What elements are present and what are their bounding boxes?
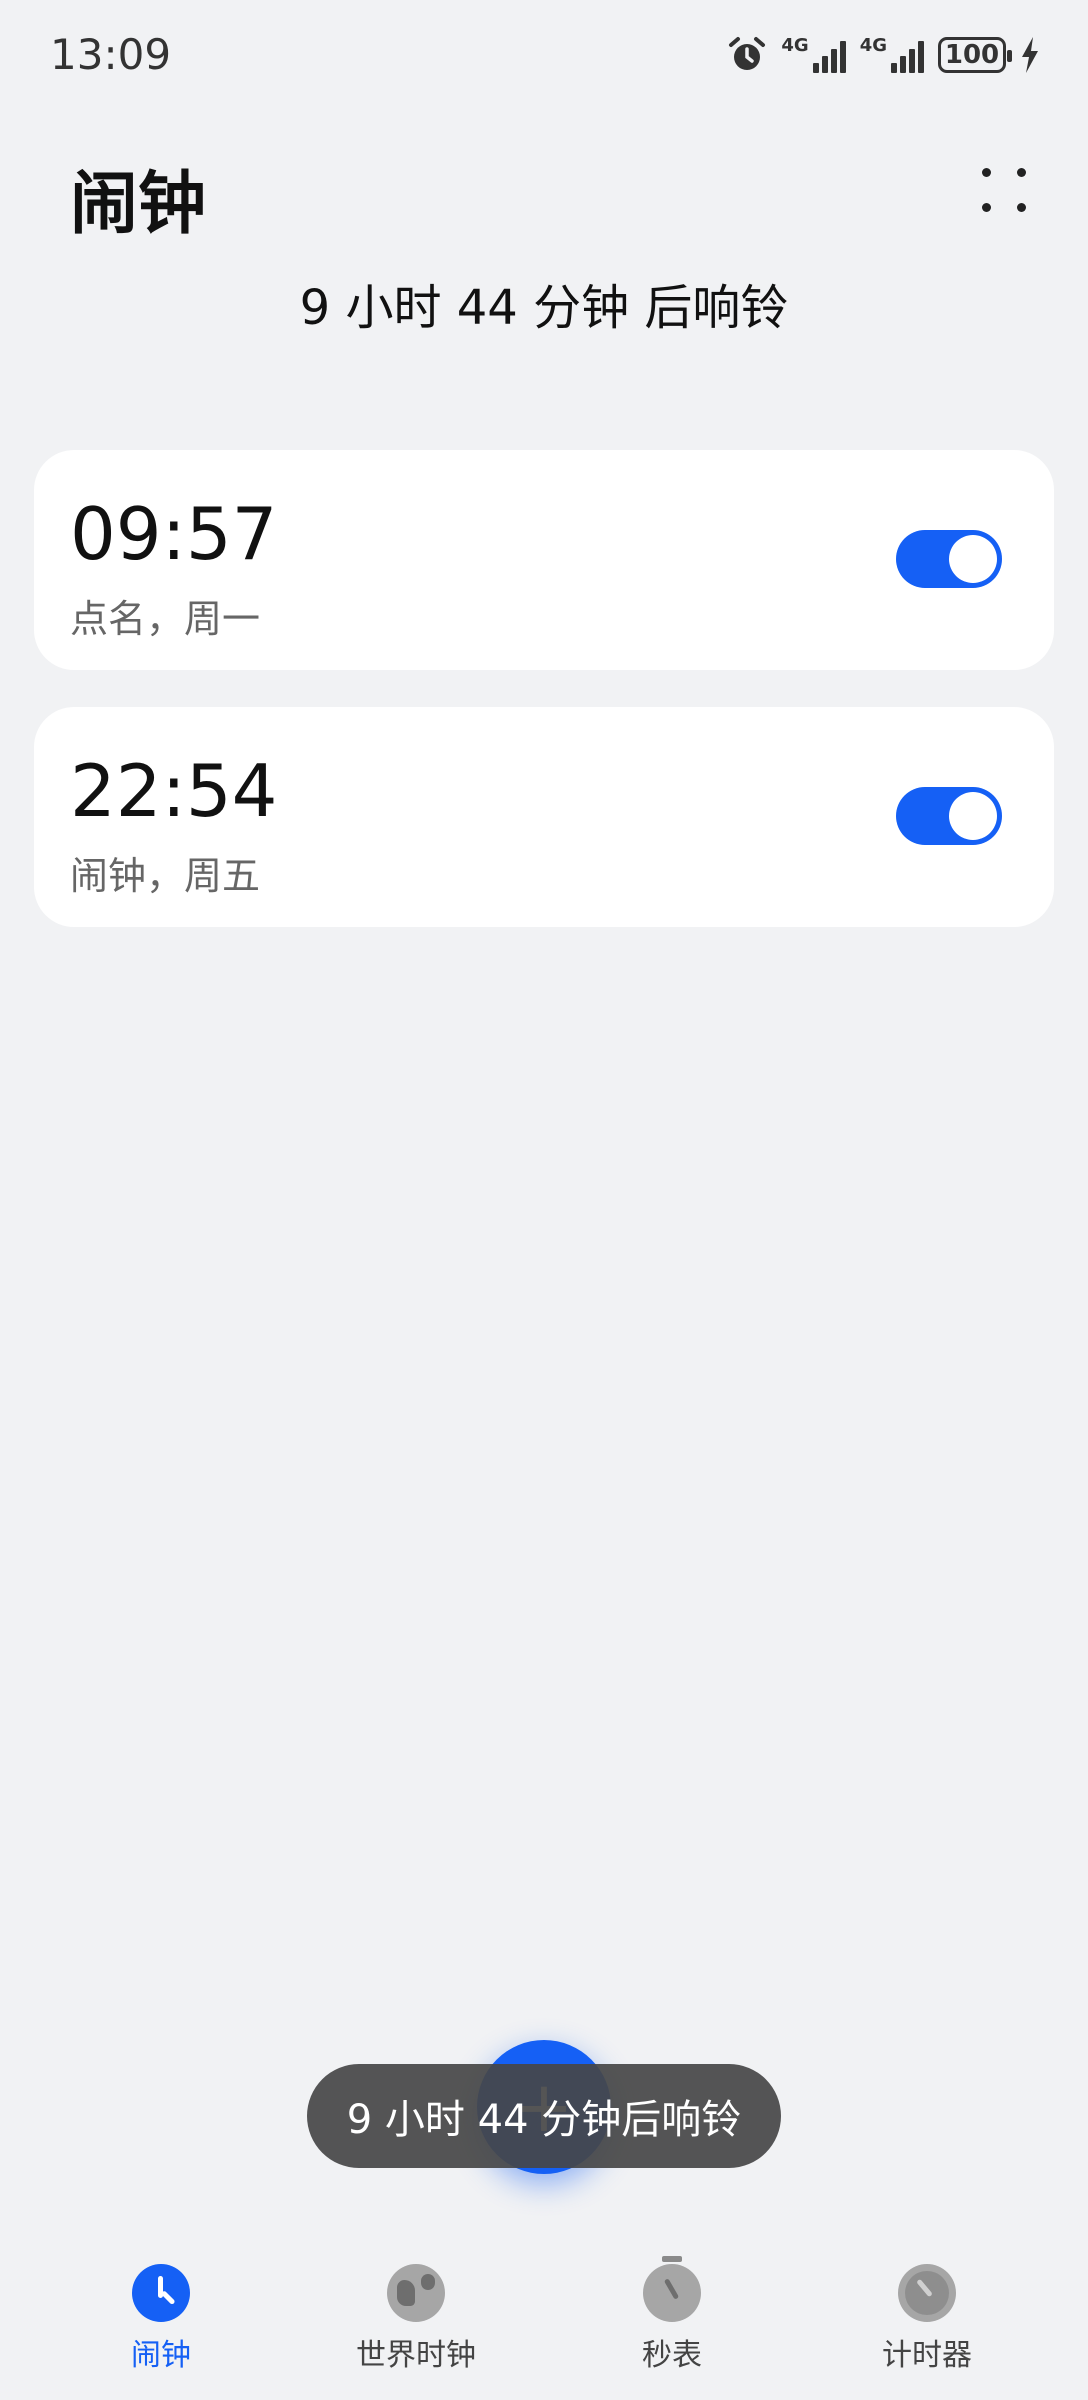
alarm-time: 09:57 (70, 492, 278, 576)
stopwatch-icon (643, 2256, 701, 2322)
next-ring-info: 9 小时 44 分钟 后响铃 (299, 280, 789, 336)
signal-icon: 4G (860, 37, 924, 73)
toast-text: 9 小时 44 分钟后响铃 (346, 2097, 742, 2143)
page-title: 闹钟 (70, 165, 207, 244)
more-dot-icon (1017, 168, 1026, 177)
globe-icon (387, 2264, 445, 2322)
alarm-icon (729, 37, 766, 70)
timer-icon (898, 2264, 956, 2322)
network-type-label: 4G (781, 35, 809, 56)
charging-icon (1022, 37, 1038, 73)
tab-timer[interactable]: 计时器 (827, 2264, 1027, 2374)
alarm-item[interactable]: 22:54 闹钟，周五 (34, 707, 1054, 927)
status-bar: 13:09 4G 4G 100 (0, 0, 1088, 110)
alarm-toggle[interactable] (896, 530, 1002, 588)
more-dot-icon (982, 203, 991, 212)
alarm-clock-icon (132, 2264, 190, 2322)
toast-message: 9 小时 44 分钟后响铃 (307, 2064, 781, 2168)
alarm-screen: 13:09 4G 4G 100 闹钟 9 小时 44 分钟 后响铃 09:57 … (0, 0, 1088, 2400)
alarm-item[interactable]: 09:57 点名，周一 (34, 450, 1054, 670)
tab-world-clock[interactable]: 世界时钟 (316, 2264, 516, 2374)
status-time: 13:09 (50, 30, 172, 79)
signal-icon: 4G (781, 35, 846, 73)
tab-label: 闹钟 (131, 2338, 191, 2373)
alarm-description: 闹钟，周五 (70, 854, 261, 898)
tab-alarm[interactable]: 闹钟 (61, 2264, 261, 2374)
status-icons: 4G 4G 100 (727, 32, 1040, 78)
network-type-label: 4G (859, 35, 887, 56)
more-dot-icon (982, 168, 991, 177)
more-options-button[interactable] (974, 160, 1034, 220)
bottom-tab-bar: 闹钟 世界时钟 秒表 计时器 (0, 2250, 1088, 2400)
tab-label: 秒表 (642, 2338, 702, 2373)
alarm-time: 22:54 (70, 749, 278, 833)
tab-stopwatch[interactable]: 秒表 (572, 2256, 772, 2374)
tab-label: 计时器 (882, 2338, 972, 2373)
battery-level: 100 (944, 40, 1000, 70)
more-dot-icon (1017, 203, 1026, 212)
alarm-toggle[interactable] (896, 787, 1002, 845)
alarm-description: 点名，周一 (70, 597, 261, 641)
tab-label: 世界时钟 (356, 2338, 476, 2373)
battery-icon: 100 (938, 37, 1012, 73)
